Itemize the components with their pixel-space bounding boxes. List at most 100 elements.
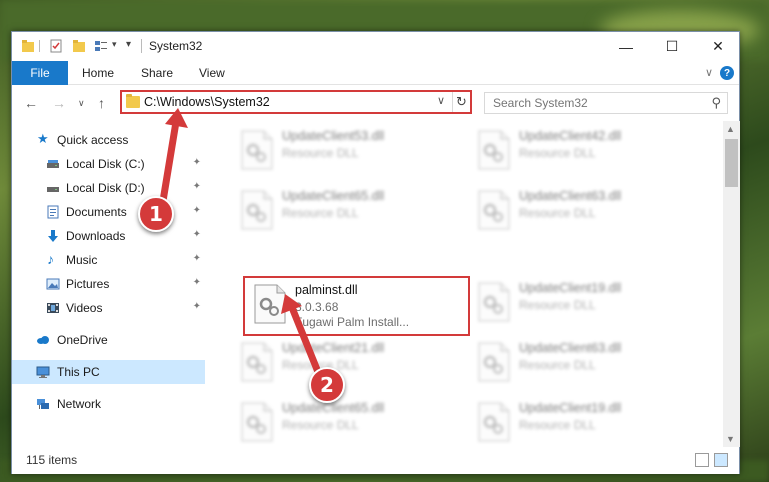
file-name: UpdateClient42.dll [519,129,622,143]
file-detail: 3.0.3.68 [295,300,339,314]
up-button[interactable]: ↑ [98,95,105,111]
address-dropdown-icon[interactable]: ∨ [437,94,445,107]
sidebar-item-label: Downloads [66,229,126,243]
dll-file-icon [478,342,510,382]
file-item[interactable]: UpdateClient42.dll Resource DLL [469,124,699,180]
file-name: palminst.dll [295,283,358,297]
dll-file-icon [478,282,510,322]
sidebar-item-label: Pictures [66,277,110,291]
sidebar-item-this-pc[interactable]: This PC [12,360,205,384]
address-path[interactable]: C:\Windows\System32 [144,95,270,109]
minimize-button[interactable]: — [603,32,649,61]
tab-file[interactable]: File [12,61,68,85]
file-item[interactable]: UpdateClient65.dll Resource DLL [232,184,462,240]
tab-share[interactable]: Share [141,61,173,85]
pin-icon: ✦ [192,301,201,312]
pictures-icon [46,278,60,290]
file-name: UpdateClient19.dll [519,281,622,295]
pin-icon: ✦ [192,181,201,192]
large-icons-view-icon[interactable] [714,453,728,467]
search-box[interactable]: ⚲ [484,92,728,114]
file-name: UpdateClient19.dll [519,401,622,415]
file-item[interactable]: UpdateClient53.dll Resource DLL [232,124,462,180]
help-icon[interactable]: ? [720,66,734,80]
file-detail: Resource DLL [282,146,359,160]
folder-icon [126,94,140,108]
sidebar-item-label: Music [66,253,98,267]
recent-locations-button[interactable]: ∨ [78,98,85,109]
sidebar-item-downloads[interactable]: Downloads ✦ [12,224,205,248]
item-count: 115 items [26,453,78,467]
maximize-button[interactable]: ☐ [649,32,695,61]
file-name: UpdateClient65.dll [282,189,385,203]
folder-icon[interactable] [21,39,35,53]
forward-button[interactable]: → [52,95,66,111]
pin-icon: ✦ [192,277,201,288]
drive-icon [47,187,59,192]
navigation-pane: ★ Quick access Local Disk (C:) ✦ Local D… [12,121,207,447]
sidebar-item-label: Local Disk (D:) [66,181,145,195]
callout-step-2: 2 [309,367,345,403]
sidebar-item-pictures[interactable]: Pictures ✦ [12,272,205,296]
dll-file-icon [478,190,510,230]
tab-view[interactable]: View [199,61,225,85]
scrollbar-thumb[interactable] [725,139,738,187]
address-bar[interactable]: C:\Windows\System32 ∨ ↻ [120,90,472,114]
callout-step-1: 1 [138,196,174,232]
sidebar-item-label: OneDrive [57,333,108,347]
view-options-icon[interactable] [94,39,108,53]
file-item-palminst[interactable]: palminst.dll 3.0.3.68 Fugawi Palm Install.… [243,276,470,336]
file-item[interactable]: UpdateClient65.dll Resource DLL [232,396,462,447]
sidebar-item-local-disk-d[interactable]: Local Disk (D:) ✦ [12,176,205,200]
sidebar-item-onedrive[interactable]: OneDrive [12,328,205,352]
vertical-scrollbar[interactable]: ▲ ▼ [723,121,740,447]
pin-icon: ✦ [192,205,201,216]
search-icon[interactable]: ⚲ [711,95,721,111]
tab-home[interactable]: Home [82,61,114,85]
qa-dropdown-icon[interactable]: ▾ [112,39,117,50]
scroll-down-icon[interactable]: ▼ [726,434,735,444]
sidebar-item-label: Videos [66,301,103,315]
dll-file-icon [478,402,510,442]
file-item[interactable]: UpdateClient19.dll Resource DLL [469,396,699,447]
star-icon: ★ [37,131,49,146]
videos-icon [47,303,59,313]
documents-icon [47,205,59,219]
sidebar-item-videos[interactable]: Videos ✦ [12,296,205,320]
title-bar: ▾ ▾ System32 — ☐ ✕ [12,32,739,61]
customize-qa-icon[interactable]: ▾ [126,39,131,50]
file-name: UpdateClient63.dll [519,189,622,203]
dll-file-icon [241,190,273,230]
file-name: UpdateClient21.dll [282,341,385,355]
dll-file-icon [241,130,273,170]
close-button[interactable]: ✕ [695,32,741,61]
sidebar-item-network[interactable]: Network [12,392,205,416]
file-detail: Resource DLL [519,298,596,312]
pin-icon: ✦ [192,157,201,168]
back-button[interactable]: ← [24,95,38,111]
file-detail: Resource DLL [519,418,596,432]
navigation-bar: ← → ∨ ↑ C:\Windows\System32 ∨ ↻ ⚲ [12,85,739,121]
details-view-icon[interactable] [695,453,709,467]
expand-ribbon-icon[interactable]: ∨ [705,66,713,79]
search-input[interactable] [493,96,693,110]
file-item[interactable]: UpdateClient21.dll Resource DLL [232,336,462,392]
network-icon [37,399,49,409]
computer-icon [36,366,50,378]
sidebar-item-local-disk-c[interactable]: Local Disk (C:) ✦ [12,152,205,176]
explorer-window: ▾ ▾ System32 — ☐ ✕ File Home Share View … [11,31,740,474]
properties-icon[interactable] [49,39,63,53]
new-folder-icon[interactable] [72,39,86,53]
file-detail: Resource DLL [519,358,596,372]
file-description: Fugawi Palm Install... [295,315,410,329]
refresh-button[interactable]: ↻ [452,92,470,112]
sidebar-item-documents[interactable]: Documents ✦ [12,200,205,224]
sidebar-item-music[interactable]: ♪ Music ✦ [12,248,205,272]
sidebar-item-quick-access[interactable]: ★ Quick access [12,128,205,152]
sidebar-item-label: Network [57,397,102,411]
file-item[interactable]: UpdateClient19.dll Resource DLL [469,276,699,332]
sidebar-item-label: Documents [66,205,127,219]
scroll-up-icon[interactable]: ▲ [726,124,735,134]
file-item[interactable]: UpdateClient63.dll Resource DLL [469,336,699,392]
file-item[interactable]: UpdateClient63.dll Resource DLL [469,184,699,240]
